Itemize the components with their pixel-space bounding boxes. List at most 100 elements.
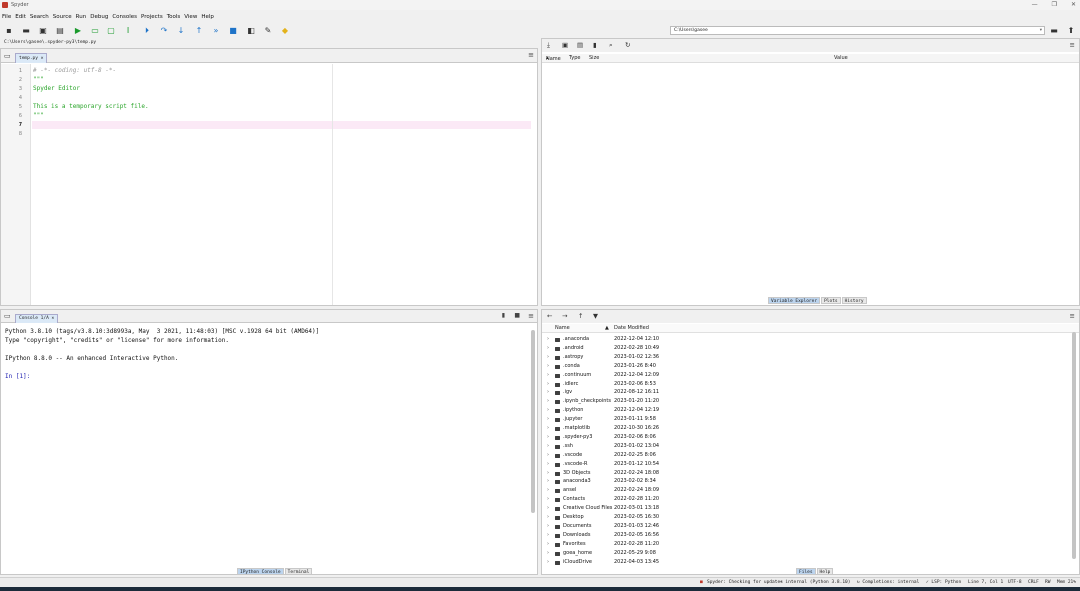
minimize-button[interactable]: — <box>1032 1 1038 8</box>
step-icon[interactable]: ↷ <box>159 25 169 36</box>
menu-tools[interactable]: Tools <box>167 14 181 20</box>
file-row[interactable]: › Creative Cloud Files 2022-03-01 13:18 <box>542 505 1070 514</box>
scrollbar-thumb[interactable] <box>1072 332 1076 559</box>
chevron-right-icon[interactable]: › <box>547 398 549 404</box>
code-line[interactable]: This is a temporary script file. <box>33 103 149 110</box>
save-data-as-icon[interactable]: ▤ <box>577 41 583 49</box>
tab-plots[interactable]: Plots <box>821 297 841 304</box>
status-lsp[interactable]: ✓ LSP: Python <box>926 580 961 585</box>
chevron-right-icon[interactable]: › <box>547 541 549 547</box>
file-row[interactable]: › .igv 2022-08-12 16:11 <box>542 389 1070 398</box>
file-row[interactable]: › .astropy 2023-01-02 12:36 <box>542 354 1070 363</box>
save-icon[interactable]: ▣ <box>38 25 48 36</box>
tab-help[interactable]: Help <box>816 568 834 575</box>
options-menu-icon[interactable]: ≡ <box>528 312 534 320</box>
options-menu-icon[interactable]: ≡ <box>1070 312 1075 320</box>
close-button[interactable]: ✕ <box>1071 1 1076 8</box>
tab-ipython-console[interactable]: IPython Console <box>237 568 284 575</box>
menu-run[interactable]: Run <box>76 14 87 20</box>
chevron-right-icon[interactable]: › <box>547 425 549 431</box>
chevron-right-icon[interactable]: › <box>547 434 549 440</box>
column-value-header[interactable]: Value <box>834 55 848 61</box>
chevron-right-icon[interactable]: › <box>547 496 549 502</box>
browse-tabs-icon[interactable]: ▭ <box>4 52 11 60</box>
chevron-right-icon[interactable]: › <box>547 389 549 395</box>
chevron-right-icon[interactable]: › <box>547 407 549 413</box>
column-name-header[interactable]: Name <box>555 325 570 331</box>
chevron-right-icon[interactable]: › <box>547 443 549 449</box>
chevron-right-icon[interactable]: › <box>547 523 549 529</box>
chevron-right-icon[interactable]: › <box>547 416 549 422</box>
file-row[interactable]: › .jupyter 2023-01-11 9:58 <box>542 416 1070 425</box>
file-row[interactable]: › .ipynb_checkpoints 2023-01-20 11:20 <box>542 398 1070 407</box>
file-row[interactable]: › Favorites 2022-02-28 11:20 <box>542 541 1070 550</box>
file-row[interactable]: › .vscode 2022-02-25 8:06 <box>542 452 1070 461</box>
menu-file[interactable]: File <box>2 14 11 20</box>
file-row[interactable]: › .anaconda 2022-12-04 12:10 <box>542 336 1070 345</box>
python-path-icon[interactable]: ◆ <box>280 25 290 36</box>
maximize-pane-icon[interactable]: ◧ <box>246 25 256 36</box>
code-line[interactable]: """ <box>33 76 44 83</box>
chevron-right-icon[interactable]: › <box>547 514 549 520</box>
parent-directory-icon[interactable]: ↑ <box>578 312 583 320</box>
chevron-right-icon[interactable]: › <box>547 461 549 467</box>
chevron-right-icon[interactable]: › <box>547 559 549 565</box>
column-size-header[interactable]: Size <box>589 55 599 61</box>
file-row[interactable]: › Downloads 2023-02-05 16:56 <box>542 532 1070 541</box>
tab-files[interactable]: Files <box>796 568 816 575</box>
file-row[interactable]: › .ssh 2023-01-02 13:04 <box>542 443 1070 452</box>
chevron-right-icon[interactable]: › <box>547 478 549 484</box>
chevron-right-icon[interactable]: › <box>547 452 549 458</box>
menu-projects[interactable]: Projects <box>141 14 163 20</box>
code-line[interactable]: """ <box>33 112 44 119</box>
menu-debug[interactable]: Debug <box>90 14 108 20</box>
file-row[interactable]: › anaconda3 2023-02-02 8:34 <box>542 478 1070 487</box>
chevron-right-icon[interactable]: › <box>547 372 549 378</box>
browse-folder-icon[interactable]: ▬ <box>1049 25 1059 36</box>
debug-icon[interactable]: ⏵ <box>142 25 152 36</box>
run-cell-icon[interactable]: ▭ <box>90 25 100 36</box>
import-data-icon[interactable]: ⤓ <box>547 41 550 50</box>
chevron-right-icon[interactable]: › <box>547 354 549 360</box>
code-line[interactable]: Spyder Editor <box>33 85 80 92</box>
status-completions[interactable]: ↻ Completions: internal <box>857 580 919 585</box>
remove-variables-icon[interactable]: ▮ <box>502 312 505 319</box>
scrollbar-thumb[interactable] <box>531 330 535 513</box>
column-type-header[interactable]: Type <box>569 55 580 61</box>
parent-directory-icon[interactable]: ⬆ <box>1066 25 1076 36</box>
step-return-icon[interactable]: ↑ <box>194 25 204 36</box>
chevron-right-icon[interactable]: › <box>547 363 549 369</box>
run-selection-icon[interactable]: I <box>123 25 133 36</box>
chevron-right-icon[interactable]: › <box>547 336 549 342</box>
file-row[interactable]: › Desktop 2023-02-05 16:30 <box>542 514 1070 523</box>
file-row[interactable]: › .spyder-py3 2023-02-06 8:06 <box>542 434 1070 443</box>
stop-icon[interactable]: ■ <box>228 25 238 36</box>
console-scrollbar[interactable] <box>531 330 536 572</box>
run-cell-advance-icon[interactable]: ▢ <box>106 25 116 36</box>
file-row[interactable]: › iCloudDrive 2022-04-03 13:45 <box>542 559 1070 568</box>
menu-edit[interactable]: Edit <box>15 14 26 20</box>
filter-icon[interactable]: ▼ <box>593 312 598 320</box>
search-icon[interactable]: ⌕ <box>609 41 613 50</box>
menu-help[interactable]: Help <box>201 14 214 20</box>
chevron-right-icon[interactable]: › <box>547 345 549 351</box>
menu-search[interactable]: Search <box>30 14 49 20</box>
tab-terminal[interactable]: Terminal <box>284 568 313 575</box>
options-menu-icon[interactable]: ≡ <box>1070 41 1075 49</box>
browse-tabs-icon[interactable]: ▭ <box>4 312 11 320</box>
file-row[interactable]: › goea_home 2022-05-29 9:08 <box>542 550 1070 559</box>
editor-tab-temp[interactable]: temp.py ✕ <box>15 53 48 63</box>
options-menu-icon[interactable]: ≡ <box>528 51 534 59</box>
new-file-icon[interactable]: ▪ <box>4 25 14 36</box>
file-row[interactable]: › .conda 2023-01-26 8:40 <box>542 363 1070 372</box>
chevron-right-icon[interactable]: › <box>547 505 549 511</box>
save-all-icon[interactable]: ▤ <box>55 25 65 36</box>
file-row[interactable]: › .continuum 2022-12-04 12:09 <box>542 372 1070 381</box>
menu-consoles[interactable]: Consoles <box>112 14 137 20</box>
save-data-icon[interactable]: ▣ <box>562 41 568 49</box>
menu-source[interactable]: Source <box>53 14 72 20</box>
stop-kernel-icon[interactable]: ■ <box>514 312 520 319</box>
chevron-right-icon[interactable]: › <box>547 381 549 387</box>
run-icon[interactable]: ▶ <box>73 25 83 36</box>
file-row[interactable]: › Documents 2023-01-03 12:46 <box>542 523 1070 532</box>
